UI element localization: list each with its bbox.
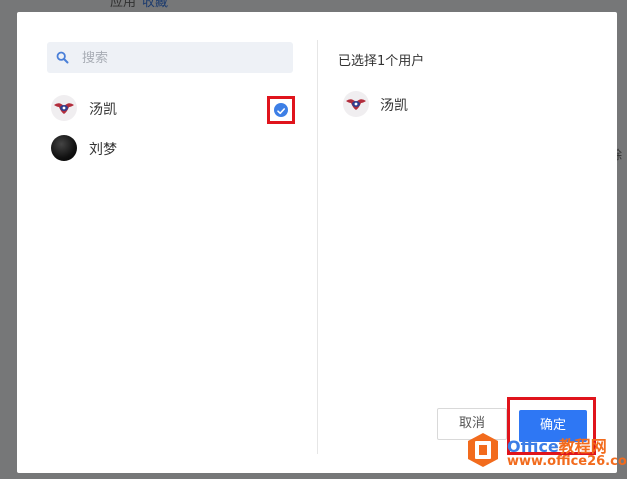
avatar bbox=[51, 135, 77, 161]
user-list-item-tangkai[interactable]: 汤凯 bbox=[47, 93, 303, 123]
user-name: 汤凯 bbox=[89, 102, 117, 118]
search-input[interactable] bbox=[80, 42, 284, 75]
avatar bbox=[51, 95, 77, 121]
user-select-dialog: 汤凯 刘梦 已选择1个用户 汤凯 取消 确定 bbox=[17, 12, 617, 473]
user-list-item-liumeng[interactable]: 刘梦 bbox=[47, 133, 303, 163]
avatar bbox=[343, 91, 369, 117]
user-name: 刘梦 bbox=[89, 142, 117, 158]
search-box[interactable] bbox=[47, 42, 293, 75]
selected-user-name: 汤凯 bbox=[380, 98, 408, 114]
watermark-url: www.office26.com bbox=[507, 454, 627, 469]
team-logo-icon bbox=[346, 99, 366, 110]
team-logo-icon bbox=[54, 103, 74, 114]
panel-divider bbox=[317, 40, 318, 454]
search-icon bbox=[56, 51, 69, 64]
selected-user-item: 汤凯 bbox=[338, 90, 538, 120]
office-logo-icon bbox=[468, 433, 498, 467]
selection-count-title: 已选择1个用户 bbox=[338, 54, 425, 69]
selected-highlight bbox=[267, 96, 295, 124]
watermark: Office教程网 www.office26.com bbox=[463, 430, 627, 474]
selected-checkmark-icon[interactable] bbox=[274, 103, 288, 117]
